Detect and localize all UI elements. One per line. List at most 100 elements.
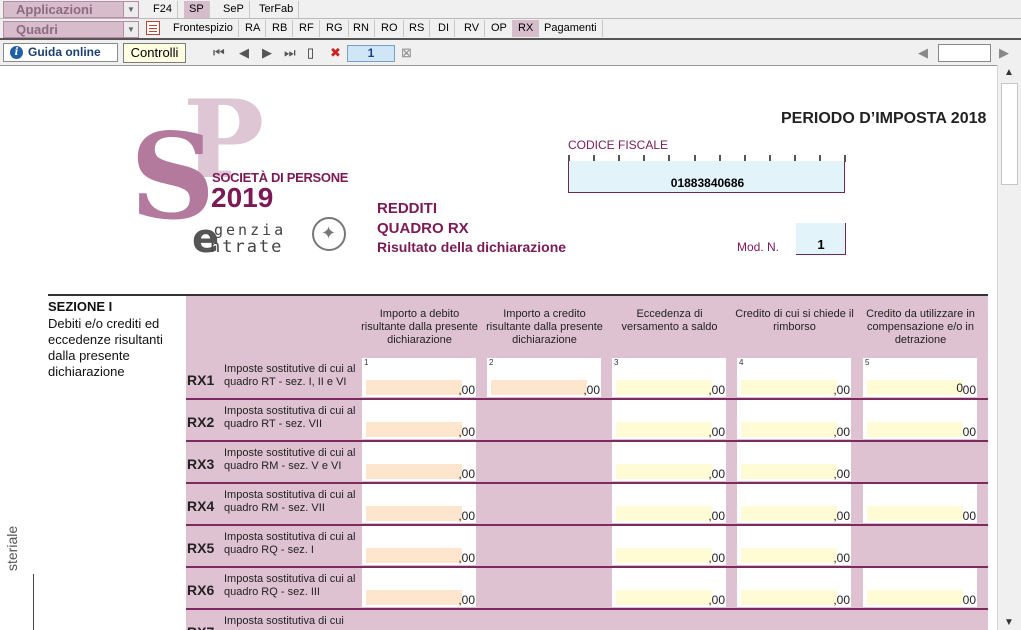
field-rx1-col1[interactable]: 1,00: [362, 358, 476, 397]
prev-page-icon[interactable]: ◀: [239, 45, 249, 61]
next-page-icon[interactable]: ▶: [262, 45, 272, 61]
quadri-combo[interactable]: Quadri ▼: [3, 21, 139, 38]
quadri-tab-frontespizio[interactable]: Frontespizio: [168, 20, 239, 37]
quadri-tab-rv[interactable]: RV: [459, 20, 486, 37]
field-rx4-col1[interactable]: ,00: [362, 484, 476, 523]
field-rx3-col4[interactable]: ,00: [737, 442, 851, 481]
field-input[interactable]: [741, 422, 837, 437]
quadri-tab-rs[interactable]: RS: [404, 20, 431, 37]
republic-emblem-icon: [312, 217, 346, 251]
next-arrow-icon[interactable]: ▶: [999, 45, 1009, 61]
field-rx4-col5[interactable]: 00: [863, 484, 977, 523]
applicazioni-combo[interactable]: Applicazioni ▼: [3, 1, 139, 18]
quadri-tab-di[interactable]: DI: [433, 20, 455, 37]
scroll-down-icon[interactable]: ▼: [1004, 617, 1014, 628]
quadri-tab-rn[interactable]: RN: [348, 20, 375, 37]
field-input[interactable]: [366, 422, 462, 437]
field-input[interactable]: [616, 590, 712, 605]
field-rx6-col4[interactable]: ,00: [737, 568, 851, 607]
chevron-down-icon[interactable]: ▼: [123, 22, 138, 37]
field-rx6-col3[interactable]: ,00: [612, 568, 726, 607]
field-rx2-col5[interactable]: 00: [863, 400, 977, 439]
field-rx6-col5[interactable]: 00: [863, 568, 977, 607]
page-number-field[interactable]: 1: [347, 45, 395, 62]
decimal-suffix: ,00: [833, 425, 850, 439]
field-rx4-col4[interactable]: ,00: [737, 484, 851, 523]
field-input[interactable]: [366, 548, 462, 563]
delete-page-icon[interactable]: ✖: [330, 45, 341, 61]
codice-fiscale-field[interactable]: 01883840686: [568, 161, 845, 193]
field-input[interactable]: [616, 422, 712, 437]
quadri-tab-ra[interactable]: RA: [240, 20, 267, 37]
column-header-1: Importo a debito risultante dalla presen…: [361, 308, 478, 346]
field-input[interactable]: [867, 506, 963, 521]
field-rx5-col4[interactable]: ,00: [737, 526, 851, 565]
pdf-icon[interactable]: [146, 21, 160, 35]
first-page-icon[interactable]: ⏮: [213, 45, 225, 61]
field-rx4-col3[interactable]: ,00: [612, 484, 726, 523]
app-tab-sep[interactable]: SeP: [218, 1, 250, 18]
field-input[interactable]: [867, 422, 963, 437]
field-input[interactable]: [616, 548, 712, 563]
field-input[interactable]: [366, 464, 462, 479]
field-input[interactable]: [491, 380, 587, 395]
field-input[interactable]: [366, 506, 462, 521]
quadri-tab-rf[interactable]: RF: [294, 20, 320, 37]
side-divider: [33, 574, 34, 630]
scroll-thumb[interactable]: [1001, 83, 1018, 185]
app-tab-terfab[interactable]: TerFab: [254, 1, 300, 18]
app-tab-f24[interactable]: F24: [148, 1, 178, 18]
decimal-suffix: ,00: [708, 593, 725, 607]
guida-online-button[interactable]: i Guida online: [3, 43, 118, 62]
field-input[interactable]: [867, 380, 963, 395]
logo-year: 2019: [211, 182, 274, 213]
field-input[interactable]: [741, 590, 837, 605]
field-input[interactable]: [741, 464, 837, 479]
field-input[interactable]: [867, 590, 963, 605]
field-input[interactable]: [741, 548, 837, 563]
field-rx2-col4[interactable]: ,00: [737, 400, 851, 439]
quadri-tab-rg[interactable]: RG: [321, 20, 349, 37]
field-input[interactable]: [741, 380, 837, 395]
scroll-up-icon[interactable]: ▲: [1004, 67, 1014, 78]
quadri-tab-pagamenti[interactable]: Pagamenti: [539, 20, 603, 37]
field-rx1-col5[interactable]: 5 00 0: [863, 358, 977, 397]
controlli-button[interactable]: Controlli: [123, 43, 186, 63]
field-rx1-col2[interactable]: 2,00: [487, 358, 601, 397]
column-header-4: Credito di cui si chiede il rimborso: [735, 308, 854, 333]
field-rx1-col3[interactable]: 3,00: [612, 358, 726, 397]
field-input[interactable]: [741, 506, 837, 521]
row-desc-rx6: Imposta sostitutiva di cui al quadro RQ …: [224, 573, 356, 598]
prev-arrow-icon[interactable]: ◀: [918, 45, 928, 61]
app-tab-sp[interactable]: SP: [184, 1, 210, 18]
row-desc-rx4: Imposta sostitutiva di cui al quadro RM …: [224, 489, 356, 514]
new-page-icon[interactable]: ▯: [307, 45, 314, 61]
quadri-tab-rx[interactable]: RX: [513, 20, 540, 37]
quadri-tab-ro[interactable]: RO: [376, 20, 404, 37]
field-rx5-col1[interactable]: ,00: [362, 526, 476, 565]
decimal-suffix: ,00: [458, 467, 475, 481]
field-input[interactable]: [616, 464, 712, 479]
mod-n-field[interactable]: 1: [796, 223, 846, 255]
field-rx6-col1[interactable]: ,00: [362, 568, 476, 607]
field-rx5-col3[interactable]: ,00: [612, 526, 726, 565]
field-rx3-col3[interactable]: ,00: [612, 442, 726, 481]
field-input[interactable]: [366, 380, 462, 395]
field-rx3-col1[interactable]: ,00: [362, 442, 476, 481]
field-input[interactable]: [366, 590, 462, 605]
field-rx2-col1[interactable]: ,00: [362, 400, 476, 439]
field-input[interactable]: [616, 380, 712, 395]
periodo-imposta: PERIODO D’IMPOSTA 2018: [781, 110, 987, 127]
quadri-tab-rb[interactable]: RB: [267, 20, 294, 37]
search-page-input[interactable]: [938, 44, 991, 62]
decimal-suffix: 00: [962, 593, 976, 607]
last-page-icon[interactable]: ⏭: [284, 45, 296, 61]
field-rx1-col4[interactable]: 4,00: [737, 358, 851, 397]
field-rx2-col3[interactable]: ,00: [612, 400, 726, 439]
vertical-scrollbar[interactable]: ▲ ▼: [997, 65, 1021, 630]
decimal-suffix: ,00: [458, 383, 475, 397]
quadri-tab-op[interactable]: OP: [486, 20, 513, 37]
chevron-down-icon[interactable]: ▼: [123, 2, 138, 17]
disabled-delete-icon: ⊠: [401, 45, 412, 60]
field-input[interactable]: [616, 506, 712, 521]
